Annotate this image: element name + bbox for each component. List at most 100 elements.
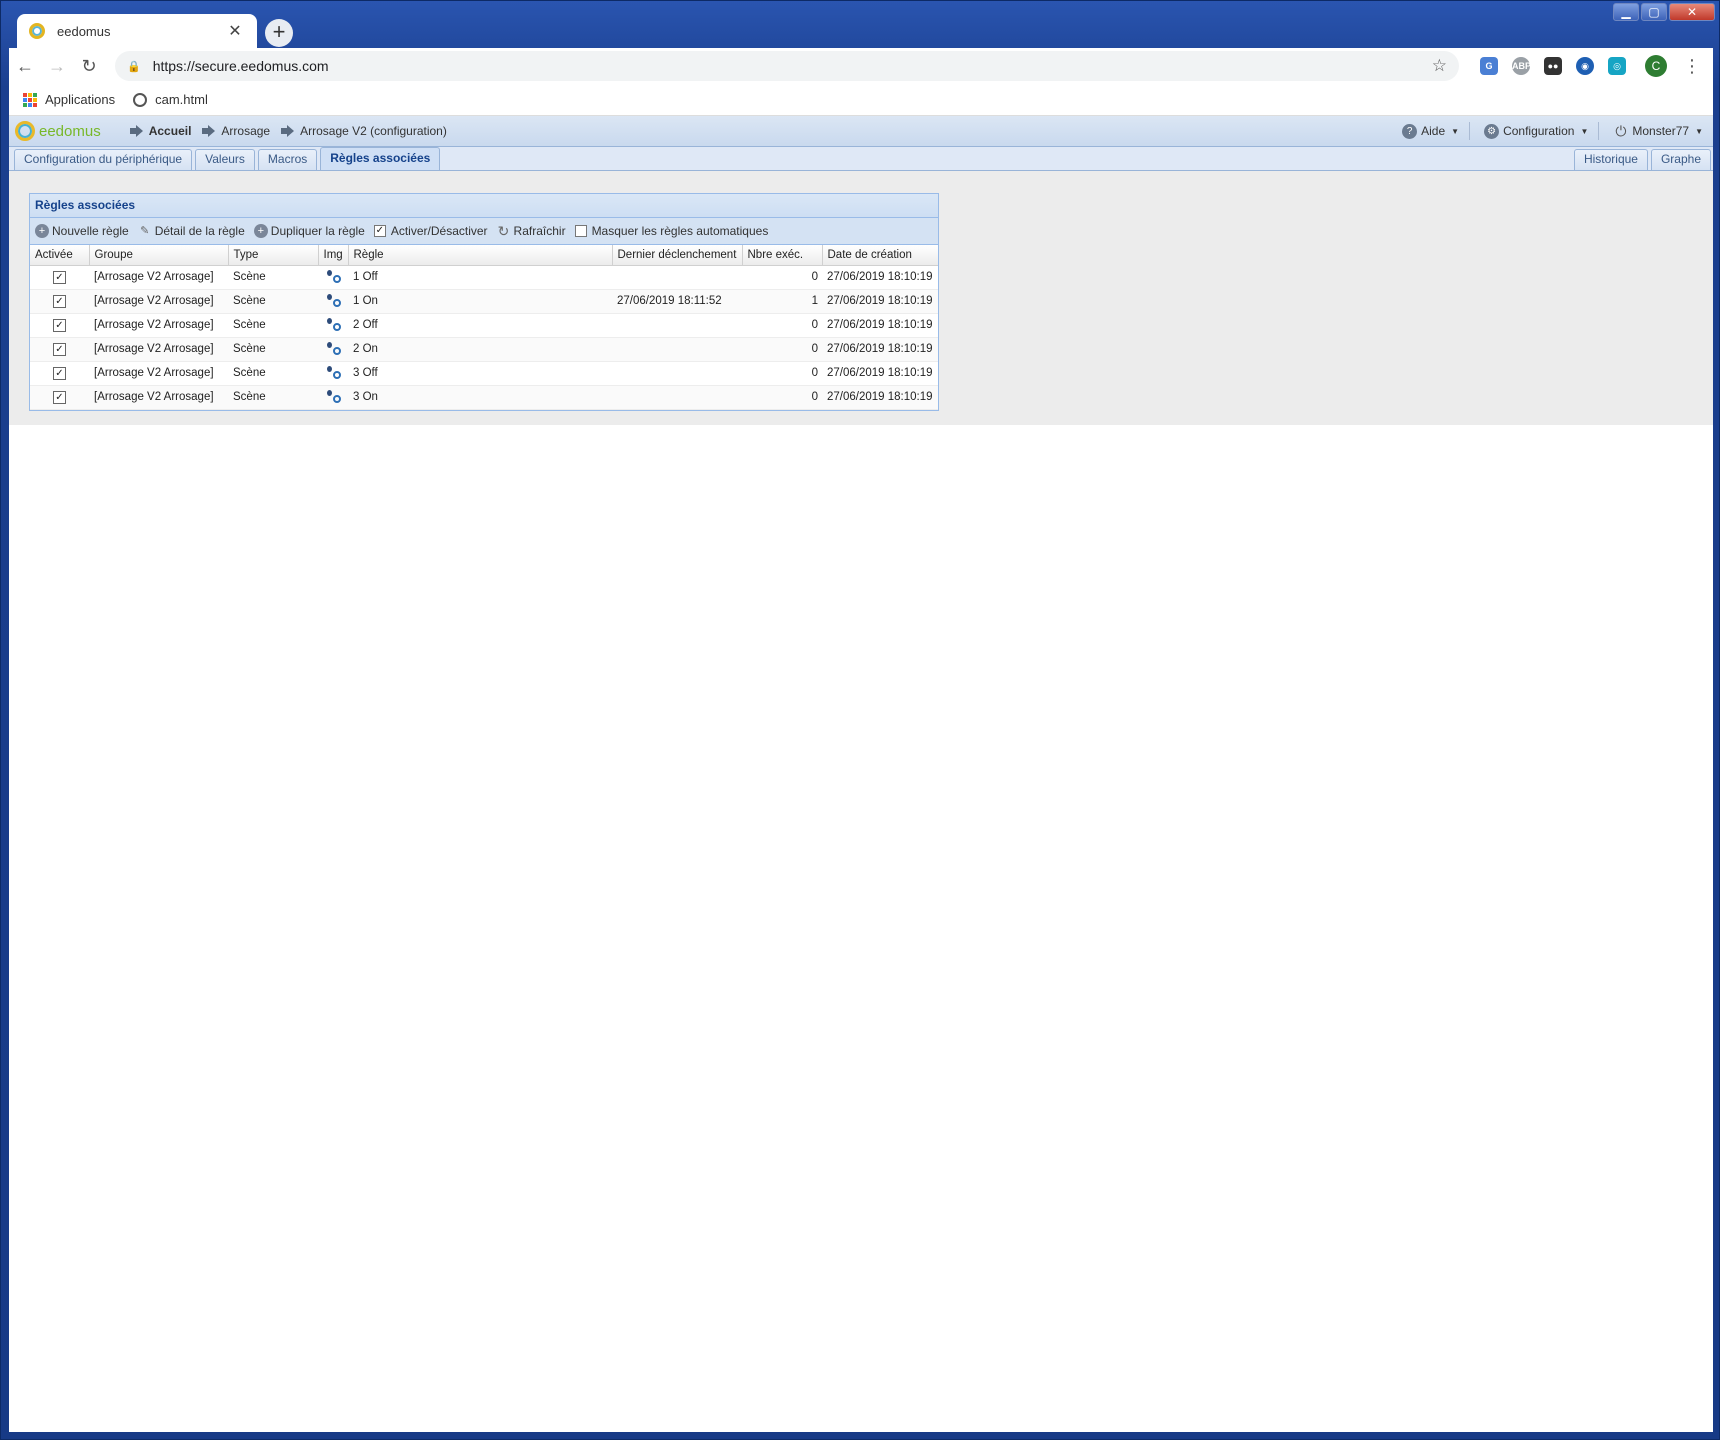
tab-graphe[interactable]: Graphe xyxy=(1650,149,1711,170)
cell-type: Scène xyxy=(228,313,318,338)
col-activee[interactable]: Activée xyxy=(30,245,90,266)
table-row[interactable]: ✓ [Arrosage V2 Arrosage] Scène 3 Off 0 27/06/… xyxy=(30,361,938,386)
refresh-button[interactable]: ↻ Rafraîchir xyxy=(497,224,566,238)
globe-icon xyxy=(133,92,148,107)
tab-regles-associees[interactable]: Règles associées xyxy=(320,147,441,170)
new-rule-button[interactable]: + Nouvelle règle xyxy=(35,224,129,238)
table-row[interactable]: ✓ [Arrosage V2 Arrosage] Scène 2 Off 0 27/06/… xyxy=(30,313,938,338)
user-menu[interactable]: ⏻ Monster77 ▼ xyxy=(1613,123,1703,139)
duplicate-icon: + xyxy=(253,224,268,238)
scene-icon xyxy=(326,389,341,403)
cell-dernier-declenchement xyxy=(612,313,742,338)
arrow-right-icon xyxy=(281,125,295,137)
duplicate-rule-button[interactable]: + Dupliquer la règle xyxy=(253,224,365,238)
active-checkbox[interactable]: ✓ xyxy=(53,318,66,332)
configuration-menu[interactable]: ⚙ Configuration ▼ xyxy=(1484,123,1588,139)
translate-extension-icon[interactable]: G xyxy=(1480,57,1498,75)
cell-date-creation: 27/06/2019 18:10:19 xyxy=(822,337,938,362)
col-dernier-declenchement[interactable]: Dernier déclenchement xyxy=(612,245,743,266)
toggle-rule-button[interactable]: ✓ Activer/Désactiver xyxy=(373,224,488,238)
table-row[interactable]: ✓ [Arrosage V2 Arrosage] Scène 1 On 27/06/20… xyxy=(30,289,938,314)
extensions: G ABP ●● ◉ ◎ C ⋮ xyxy=(1473,55,1701,77)
cell-date-creation: 27/06/2019 18:10:19 xyxy=(822,289,938,314)
tab-historique[interactable]: Historique xyxy=(1573,149,1648,170)
tab-macros[interactable]: Macros xyxy=(257,149,318,170)
cell-date-creation: 27/06/2019 18:10:19 xyxy=(822,361,938,386)
table-row[interactable]: ✓ [Arrosage V2 Arrosage] Scène 2 On 0 27/06/2… xyxy=(30,337,938,362)
tab-valeurs[interactable]: Valeurs xyxy=(195,149,255,170)
cell-dernier-declenchement xyxy=(612,361,742,386)
logo-text: eedomus xyxy=(39,122,101,140)
cell-groupe: [Arrosage V2 Arrosage] xyxy=(89,361,228,386)
device-tabs: Configuration du périphérique Valeurs Ma… xyxy=(9,147,1713,171)
cell-date-creation: 27/06/2019 18:10:19 xyxy=(822,313,938,338)
eedomus-logo[interactable]: eedomus xyxy=(15,121,101,141)
scene-icon xyxy=(326,293,341,307)
adblock-extension-icon[interactable]: ABP xyxy=(1512,57,1531,75)
col-nbre-exec[interactable]: Nbre exéc. xyxy=(742,245,823,266)
address-bar[interactable]: 🔒 https://secure.eedomus.com ☆ xyxy=(115,51,1459,81)
active-checkbox[interactable]: ✓ xyxy=(53,270,66,284)
minimize-icon[interactable]: ▁ xyxy=(1613,3,1639,21)
active-checkbox[interactable]: ✓ xyxy=(53,390,66,404)
col-groupe[interactable]: Groupe xyxy=(89,245,229,266)
new-tab-button[interactable]: + xyxy=(265,19,293,47)
scene-icon xyxy=(326,341,341,355)
pencil-icon: ✎ xyxy=(140,225,150,237)
forward-icon[interactable]: → xyxy=(41,56,73,77)
tampermonkey-extension-icon[interactable]: ●● xyxy=(1544,57,1562,75)
col-regle[interactable]: Règle xyxy=(348,245,613,266)
bookmark-star-icon[interactable]: ☆ xyxy=(1432,56,1447,76)
cell-type: Scène xyxy=(228,337,318,362)
bookmark-cam[interactable]: cam.html xyxy=(133,92,208,107)
arrow-right-icon xyxy=(129,125,143,137)
cell-date-creation: 27/06/2019 18:10:19 xyxy=(822,385,938,410)
scene-icon xyxy=(326,317,341,331)
tab-configuration[interactable]: Configuration du périphérique xyxy=(14,149,193,170)
panel-title: Règles associées xyxy=(30,194,938,218)
bookmark-applications[interactable]: Applications xyxy=(23,92,115,107)
profile-avatar[interactable]: C xyxy=(1645,55,1667,77)
col-img[interactable]: Img xyxy=(318,245,349,266)
url-text[interactable]: https://secure.eedomus.com xyxy=(153,58,1432,74)
cell-activee: ✓ xyxy=(30,361,89,386)
cell-dernier-declenchement xyxy=(612,385,742,410)
browser-tab[interactable]: eedomus ✕ xyxy=(17,14,257,48)
divider xyxy=(1598,122,1600,140)
cell-regle: 1 On xyxy=(348,289,612,314)
cell-img xyxy=(318,289,348,314)
breadcrumb-home[interactable]: Accueil xyxy=(129,124,191,138)
rules-panel: Règles associées + Nouvelle règle ✎ Déta… xyxy=(29,193,939,411)
eedomus-logo-icon xyxy=(15,121,35,141)
help-menu[interactable]: ? Aide ▼ xyxy=(1402,123,1459,139)
arrow-right-icon xyxy=(202,125,216,137)
refresh-icon: ↻ xyxy=(497,223,510,239)
table-row[interactable]: ✓ [Arrosage V2 Arrosage] Scène 3 On 0 27/06/2… xyxy=(30,385,938,410)
rule-detail-button[interactable]: ✎ Détail de la règle xyxy=(138,224,245,238)
cell-regle: 3 Off xyxy=(348,361,612,386)
gear-icon: ⚙ xyxy=(1484,123,1500,139)
active-checkbox[interactable]: ✓ xyxy=(53,294,66,308)
active-checkbox[interactable]: ✓ xyxy=(53,366,66,380)
screen-extension-icon[interactable]: ◎ xyxy=(1608,57,1626,75)
breadcrumb-current[interactable]: Arrosage V2 (configuration) xyxy=(280,124,447,138)
globe-extension-icon[interactable]: ◉ xyxy=(1576,57,1594,75)
breadcrumb-arrosage[interactable]: Arrosage xyxy=(201,124,270,138)
active-checkbox[interactable]: ✓ xyxy=(53,342,66,356)
cell-activee: ✓ xyxy=(30,289,89,314)
maximize-icon[interactable]: ▢ xyxy=(1641,3,1667,21)
col-date-creation[interactable]: Date de création xyxy=(822,245,938,266)
close-tab-icon[interactable]: ✕ xyxy=(225,21,245,41)
col-type[interactable]: Type xyxy=(228,245,319,266)
window-close-icon[interactable]: ✕ xyxy=(1669,3,1715,21)
table-row[interactable]: ✓ [Arrosage V2 Arrosage] Scène 1 Off 0 27/06/… xyxy=(30,265,938,290)
header-menus: ? Aide ▼ ⚙ Configuration ▼ ⏻ Monster77 ▼ xyxy=(1388,122,1713,140)
hide-auto-rules-checkbox[interactable]: Masquer les règles automatiques xyxy=(574,224,768,238)
reload-icon[interactable]: ↻ xyxy=(73,56,105,77)
back-icon[interactable]: ← xyxy=(9,56,41,77)
cell-groupe: [Arrosage V2 Arrosage] xyxy=(89,265,228,290)
cell-nbre-exec: 0 xyxy=(742,385,822,410)
browser-toolbar: ← → ↻ 🔒 https://secure.eedomus.com ☆ G A… xyxy=(9,48,1713,84)
cell-groupe: [Arrosage V2 Arrosage] xyxy=(89,289,228,314)
browser-menu-icon[interactable]: ⋮ xyxy=(1683,56,1701,77)
